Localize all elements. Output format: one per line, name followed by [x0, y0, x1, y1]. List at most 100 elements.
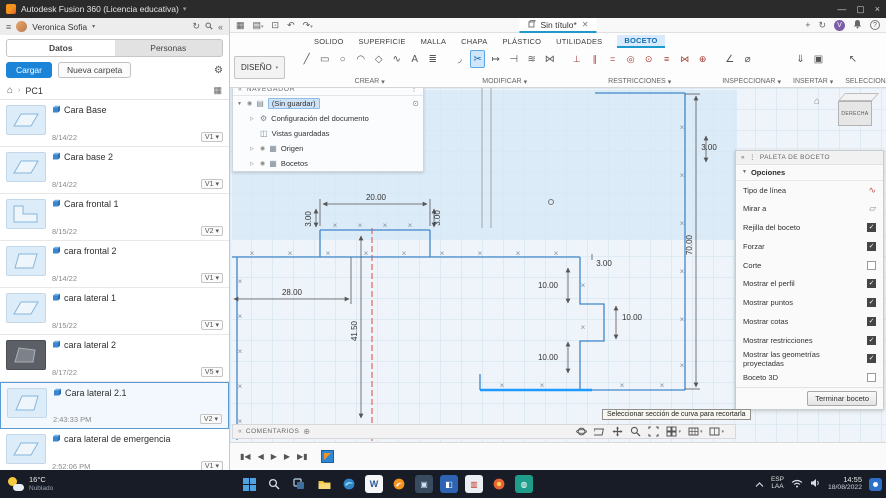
horizontal-vertical-constraint-icon[interactable]: ⊥ — [569, 50, 584, 68]
modify-dropdown[interactable]: MODIFICAR ▾ — [452, 78, 557, 86]
list-item[interactable]: cara lateral 1 8/15/22 V1 ▾ — [0, 288, 229, 335]
equal-constraint-icon[interactable]: = — [605, 50, 620, 68]
maximize-button[interactable]: ▢ — [856, 4, 865, 15]
gear-icon[interactable]: ⚙ — [214, 65, 223, 76]
account-avatar[interactable]: V — [834, 19, 845, 31]
finish-sketch-small-button[interactable]: Terminar boceto — [807, 391, 877, 407]
fix-constraint-icon[interactable]: ⊕ — [695, 50, 710, 68]
viewport-layout-icon[interactable]: ▾ — [709, 426, 724, 437]
option-line-type[interactable]: Tipo de línea ∿ — [736, 181, 883, 200]
collinear-constraint-icon[interactable]: ≡ — [659, 50, 674, 68]
visibility-eye-icon[interactable]: ◉ — [260, 145, 265, 152]
home-icon[interactable]: ⌂ — [7, 85, 13, 96]
list-item[interactable]: Cara Base 8/14/22 V1 ▾ — [0, 100, 229, 147]
insert-dropdown[interactable]: INSERTAR ▾ — [793, 78, 833, 86]
view-cube-front-face[interactable]: DERECHA — [838, 101, 872, 126]
checkbox[interactable] — [867, 373, 876, 383]
checkbox[interactable] — [867, 260, 876, 270]
fit-icon[interactable] — [648, 426, 660, 437]
redo-icon[interactable]: ↷▾ — [303, 20, 313, 31]
fusion-icon[interactable] — [390, 475, 408, 493]
undo-icon[interactable]: ↶ — [287, 20, 295, 31]
chevron-down-icon[interactable]: ▾ — [183, 5, 187, 13]
list-item[interactable]: Cara frontal 1 8/15/22 V2 ▾ — [0, 194, 229, 241]
task-view-button[interactable] — [290, 475, 308, 493]
list-item[interactable]: cara lateral 2 8/17/22 V5 ▾ — [0, 335, 229, 382]
file-explorer-icon[interactable] — [315, 475, 333, 493]
option-show-dimensions[interactable]: Mostrar cotas ✓ — [736, 312, 883, 331]
chevron-down-icon[interactable]: ▾ — [92, 23, 95, 30]
tab-superficie[interactable]: SUPERFICIE — [359, 37, 406, 46]
option-show-points[interactable]: Mostrar puntos ✓ — [736, 293, 883, 312]
collapse-panel-icon[interactable]: « — [218, 22, 223, 32]
option-show-profile[interactable]: Mostrar el perfil ✓ — [736, 274, 883, 293]
circle-tool-icon[interactable]: ○ — [335, 50, 350, 68]
constraints-dropdown[interactable]: RESTRICCIONES ▾ — [569, 78, 710, 86]
comments-panel-title[interactable]: COMENTARIOS — [246, 428, 299, 435]
app-icon-office[interactable]: W — [365, 475, 383, 493]
fillet-tool-icon[interactable]: ◞ — [452, 50, 467, 68]
expand-triangle-icon[interactable]: ▷ — [250, 146, 256, 152]
arc-tool-icon[interactable]: ◠ — [353, 50, 368, 68]
text-tool-icon[interactable]: A — [407, 50, 422, 68]
tangent-constraint-icon[interactable]: ◎ — [623, 50, 638, 68]
start-button[interactable] — [240, 475, 258, 493]
create-dropdown[interactable]: CREAR ▾ — [299, 78, 440, 86]
navigator-item[interactable]: ▷ ◉ ▦ Origen — [233, 141, 423, 156]
collapse-icon[interactable]: « — [238, 88, 242, 93]
list-item[interactable]: Cara base 2 8/14/22 V1 ▾ — [0, 147, 229, 194]
navigator-item[interactable]: ▷ ◉ ▦ Bocetos — [233, 156, 423, 171]
go-to-end-button[interactable]: ▶▮ — [297, 452, 308, 461]
look-at-icon[interactable] — [594, 426, 605, 437]
select-dropdown[interactable]: SELECCIONAR▾ — [845, 78, 886, 86]
checkbox[interactable]: ✓ — [867, 223, 876, 233]
new-tab-icon[interactable]: + — [805, 20, 810, 30]
polygon-tool-icon[interactable]: ◇ — [371, 50, 386, 68]
user-name[interactable]: Veronica Sofia — [32, 22, 87, 32]
tab-malla[interactable]: MALLA — [421, 37, 447, 46]
close-button[interactable]: × — [875, 4, 880, 15]
line-tool-icon[interactable]: ╱ — [299, 50, 314, 68]
option-show-constraints[interactable]: Mostrar restricciones ✓ — [736, 331, 883, 350]
file-menu-icon[interactable]: ▤▾ — [253, 20, 264, 31]
inspect-dropdown[interactable]: INSPECCIONAR ▾ — [722, 78, 781, 86]
option-sketch-grid[interactable]: Rejilla del boceto ✓ — [736, 218, 883, 237]
minimize-button[interactable]: — — [837, 4, 846, 15]
refresh-icon[interactable]: ↻ — [192, 21, 200, 32]
version-dropdown[interactable]: V5 ▾ — [200, 367, 223, 377]
save-icon[interactable]: ⊡ — [272, 20, 280, 31]
view-cube[interactable]: ⌂ DERECHA — [814, 90, 880, 136]
break-tool-icon[interactable]: ⊣ — [506, 50, 521, 68]
checkbox[interactable]: ✓ — [867, 279, 876, 289]
weather-widget[interactable]: 16°C Nublado — [0, 475, 61, 492]
offset-tool-icon[interactable]: ≋ — [524, 50, 539, 68]
step-back-button[interactable]: ◀ — [258, 452, 264, 461]
sketch-feature-marker[interactable] — [320, 450, 334, 463]
checkbox[interactable]: ✓ — [867, 354, 876, 364]
option-snap[interactable]: Forzar ✓ — [736, 237, 883, 256]
grid-settings-icon[interactable]: ▾ — [688, 426, 702, 437]
wifi-icon[interactable] — [791, 475, 803, 493]
upload-button[interactable]: Cargar — [6, 62, 52, 78]
activate-component-icon[interactable]: ⊙ — [412, 99, 419, 108]
search-button[interactable] — [265, 475, 283, 493]
navigator-item[interactable]: ▷ ⚙ Configuración del documento — [233, 111, 423, 126]
option-slice[interactable]: Corte — [736, 256, 883, 275]
checkbox[interactable]: ✓ — [867, 241, 876, 251]
version-dropdown[interactable]: V1 ▾ — [200, 179, 223, 189]
navigator-root-row[interactable]: ▼ ◉ ▤ (Sin guardar) ⊙ — [233, 96, 423, 111]
insert-image-icon[interactable]: ▣ — [811, 50, 826, 68]
coincident-constraint-icon[interactable]: ⊙ — [641, 50, 656, 68]
app-icon-10[interactable]: ▥ — [465, 475, 483, 493]
visibility-eye-icon[interactable]: ◉ — [247, 100, 252, 107]
hidden-icons-chevron[interactable] — [755, 475, 764, 493]
parallel-constraint-icon[interactable]: ∥ — [587, 50, 602, 68]
step-forward-button[interactable]: ▶ — [284, 452, 290, 461]
notification-icon[interactable] — [869, 477, 882, 491]
edge-icon[interactable] — [340, 475, 358, 493]
app-icon-9[interactable]: ◧ — [440, 475, 458, 493]
app-icon-11[interactable] — [490, 475, 508, 493]
version-dropdown[interactable]: V1 ▾ — [200, 461, 223, 470]
close-tab-icon[interactable]: ✕ — [582, 20, 589, 29]
pattern-tool-icon[interactable]: ≣ — [425, 50, 440, 68]
